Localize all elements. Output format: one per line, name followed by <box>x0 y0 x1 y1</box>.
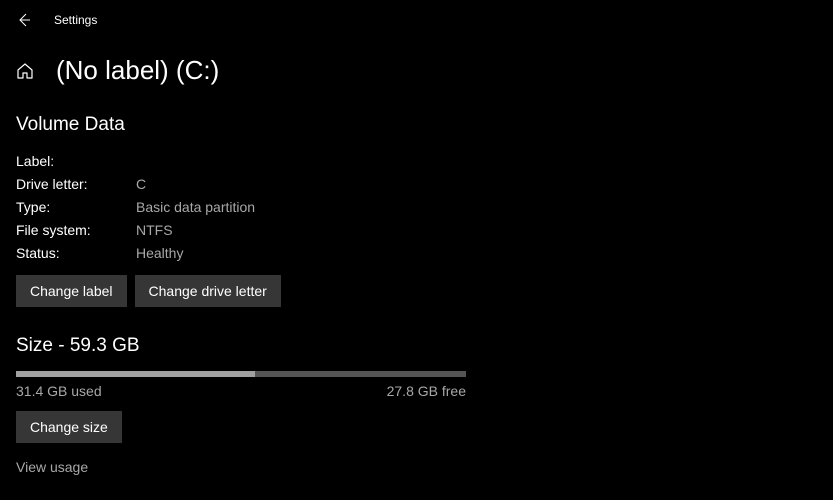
change-drive-letter-button[interactable]: Change drive letter <box>135 275 281 307</box>
table-row: Label: <box>16 150 833 173</box>
drive-letter-value: C <box>136 173 146 196</box>
file-system-value: NTFS <box>136 219 173 242</box>
status-key: Status: <box>16 242 136 265</box>
size-usage-bar-used <box>16 371 255 377</box>
window-title: Settings <box>54 13 97 27</box>
type-key: Type: <box>16 196 136 219</box>
size-heading: Size - 59.3 GB <box>16 335 833 357</box>
home-icon <box>16 62 34 80</box>
arrow-left-icon <box>16 12 32 28</box>
change-size-button[interactable]: Change size <box>16 411 122 443</box>
table-row: File system: NTFS <box>16 219 833 242</box>
view-usage-link[interactable]: View usage <box>16 459 88 475</box>
type-value: Basic data partition <box>136 196 255 219</box>
table-row: Drive letter: C <box>16 173 833 196</box>
volume-data-heading: Volume Data <box>16 114 833 136</box>
size-free-label: 27.8 GB free <box>387 383 466 399</box>
back-button[interactable] <box>14 10 34 30</box>
change-label-button[interactable]: Change label <box>16 275 127 307</box>
size-usage-bar <box>16 371 466 377</box>
titlebar: Settings <box>0 0 833 40</box>
file-system-key: File system: <box>16 219 136 242</box>
table-row: Type: Basic data partition <box>16 196 833 219</box>
table-row: Status: Healthy <box>16 242 833 265</box>
page-title: (No label) (C:) <box>56 55 219 86</box>
size-used-label: 31.4 GB used <box>16 383 102 399</box>
drive-letter-key: Drive letter: <box>16 173 136 196</box>
size-labels: 31.4 GB used 27.8 GB free <box>16 383 466 399</box>
status-value: Healthy <box>136 242 183 265</box>
page-title-row: (No label) (C:) <box>16 55 833 86</box>
label-key: Label: <box>16 150 136 173</box>
home-button[interactable] <box>16 62 34 80</box>
volume-properties-table: Label: Drive letter: C Type: Basic data … <box>16 150 833 265</box>
